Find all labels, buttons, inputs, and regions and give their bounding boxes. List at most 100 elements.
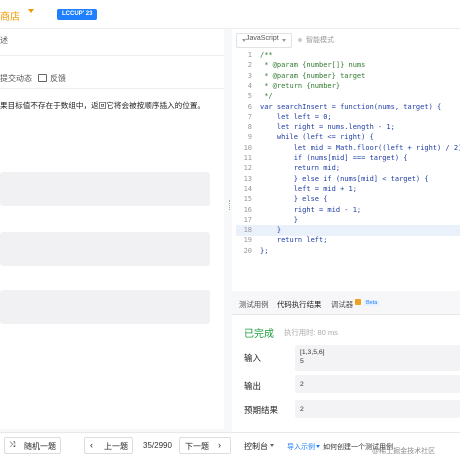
code-text[interactable]: return left;: [260, 235, 328, 246]
line-number: 15: [243, 195, 252, 204]
output-value-box: [295, 375, 460, 393]
line-number: 8: [247, 123, 252, 132]
code-line[interactable]: 4 * @return {number}: [236, 81, 460, 92]
line-number: 14: [243, 184, 252, 193]
code-line[interactable]: 2 * @param {number[]} nums: [236, 60, 460, 71]
code-text[interactable]: right = mid - 1;: [260, 205, 361, 216]
expected-value-box: [295, 400, 460, 418]
chevron-left-icon: ‹: [90, 440, 93, 450]
line-number: 20: [243, 246, 252, 255]
console-button[interactable]: 控制台: [244, 441, 268, 452]
prev-problem-label: 上一题: [104, 442, 128, 451]
code-line[interactable]: 7 let left = 0;: [236, 112, 460, 123]
line-number: 18: [243, 226, 252, 235]
divider: [0, 88, 224, 89]
store-link[interactable]: 商店: [0, 8, 20, 23]
code-line[interactable]: 6 var searchInsert = function(nums, targe…: [236, 102, 460, 113]
chevron-down-icon[interactable]: [270, 444, 274, 447]
code-text[interactable]: }: [260, 215, 298, 226]
code-text[interactable]: return mid;: [260, 163, 340, 174]
code-text[interactable]: let right = nums.length - 1;: [260, 122, 395, 133]
code-line[interactable]: 19 return left;: [236, 235, 460, 246]
code-text[interactable]: * @return {number}: [260, 81, 340, 92]
problem-description-text: 果目标值不存在于数组中，返回它将会被按顺序插入的位置。: [0, 101, 206, 110]
code-line[interactable]: 20};: [236, 246, 460, 257]
code-text[interactable]: while (left <= right) {: [260, 132, 374, 143]
code-text[interactable]: };: [260, 246, 268, 257]
output-value: 2: [300, 381, 304, 388]
chevron-down-icon: [282, 39, 286, 42]
chevron-down-icon[interactable]: [28, 9, 34, 13]
smart-mode-toggle[interactable]: 智能模式: [306, 35, 334, 45]
tab-debugger[interactable]: 调试器: [331, 299, 353, 310]
lock-icon: [355, 299, 361, 305]
tab-description[interactable]: 述: [0, 35, 8, 46]
code-text[interactable]: let left = 0;: [260, 112, 332, 123]
watermark: @稀土掘金技术社区: [372, 448, 436, 455]
code-text[interactable]: } else if (nums[mid] < target) {: [260, 174, 429, 185]
code-line[interactable]: 14 left = mid + 1;: [236, 184, 460, 195]
code-text[interactable]: /**: [260, 50, 273, 61]
line-number: 3: [247, 71, 252, 80]
chevron-right-icon: ›: [218, 440, 221, 450]
expected-label: 预期结果: [244, 405, 279, 415]
language-label[interactable]: JavaScript: [246, 35, 279, 42]
code-line[interactable]: 13 } else if (nums[mid] < target) {: [236, 174, 460, 185]
code-line[interactable]: 1 /**: [236, 50, 460, 61]
lccup-badge[interactable]: LCCUP' 23: [57, 9, 98, 20]
line-number: 6: [247, 102, 252, 111]
code-line[interactable]: 12 return mid;: [236, 163, 460, 174]
code-text[interactable]: }: [260, 225, 281, 236]
line-number: 7: [247, 112, 252, 121]
code-line[interactable]: 9 while (left <= right) {: [236, 132, 460, 143]
code-line[interactable]: 18 }: [236, 225, 460, 236]
feedback-icon[interactable]: [38, 74, 47, 82]
line-number: 1: [247, 51, 252, 59]
input-value-nums: [1,3,5,6]: [300, 349, 325, 356]
code-line[interactable]: 15 } else {: [236, 194, 460, 205]
code-text[interactable]: * @param {number[]} nums: [260, 60, 365, 71]
code-text[interactable]: * @param {number} target: [260, 71, 365, 82]
code-line[interactable]: 17 }: [236, 215, 460, 226]
code-line[interactable]: 16 right = mid - 1;: [236, 205, 460, 216]
smart-mode-toggle-icon[interactable]: [298, 38, 302, 42]
line-number: 4: [247, 81, 252, 90]
code-line[interactable]: 11 if (nums[mid] === target) {: [236, 153, 460, 164]
code-line[interactable]: 3 * @param {number} target: [236, 71, 460, 82]
problem-counter: 35/2990: [143, 441, 172, 450]
code-text[interactable]: let mid = Math.floor((left + right) / 2)…: [260, 143, 460, 154]
code-text[interactable]: var searchInsert = function(nums, target…: [260, 102, 441, 113]
random-problem-label: 随机一题: [24, 442, 56, 451]
line-number: 9: [247, 133, 252, 142]
code-line[interactable]: 5 */: [236, 91, 460, 102]
next-problem-label: 下一题: [185, 442, 209, 451]
line-number: 16: [243, 205, 252, 214]
line-number: 17: [243, 215, 252, 224]
example-block: [0, 232, 210, 266]
expected-value: 2: [300, 406, 304, 413]
shuffle-icon: ⤨: [9, 440, 16, 449]
code-line[interactable]: 8 let right = nums.length - 1;: [236, 122, 460, 133]
line-number: 19: [243, 236, 252, 245]
input-value-target: 5: [300, 358, 304, 365]
example-block: [0, 172, 210, 206]
line-number: 2: [247, 61, 252, 70]
tab-submissions[interactable]: 提交动态: [0, 73, 32, 84]
tab-execution-result[interactable]: 代码执行结果: [277, 299, 321, 310]
divider: [0, 55, 224, 56]
output-label: 输出: [244, 381, 262, 391]
code-editor[interactable]: 1/** 2 * @param {number[]} nums 3 * @param…: [236, 50, 460, 256]
feedback-button[interactable]: 反馈: [50, 73, 66, 84]
tab-testcase[interactable]: 测试用例: [239, 299, 269, 310]
import-example-button[interactable]: 导入示例: [287, 442, 315, 452]
code-text[interactable]: */: [260, 91, 272, 102]
execution-time: 执行用时: 80 ms: [284, 328, 338, 337]
beta-badge: Beta: [364, 300, 380, 306]
line-number: 13: [243, 174, 252, 183]
run-status: 已完成: [244, 329, 274, 340]
chevron-down-icon[interactable]: [316, 445, 320, 448]
code-text[interactable]: left = mid + 1;: [260, 184, 357, 195]
code-text[interactable]: } else {: [260, 194, 328, 205]
code-text[interactable]: if (nums[mid] === target) {: [260, 153, 408, 164]
code-line[interactable]: 10 let mid = Math.floor((left + right) /…: [236, 143, 460, 154]
